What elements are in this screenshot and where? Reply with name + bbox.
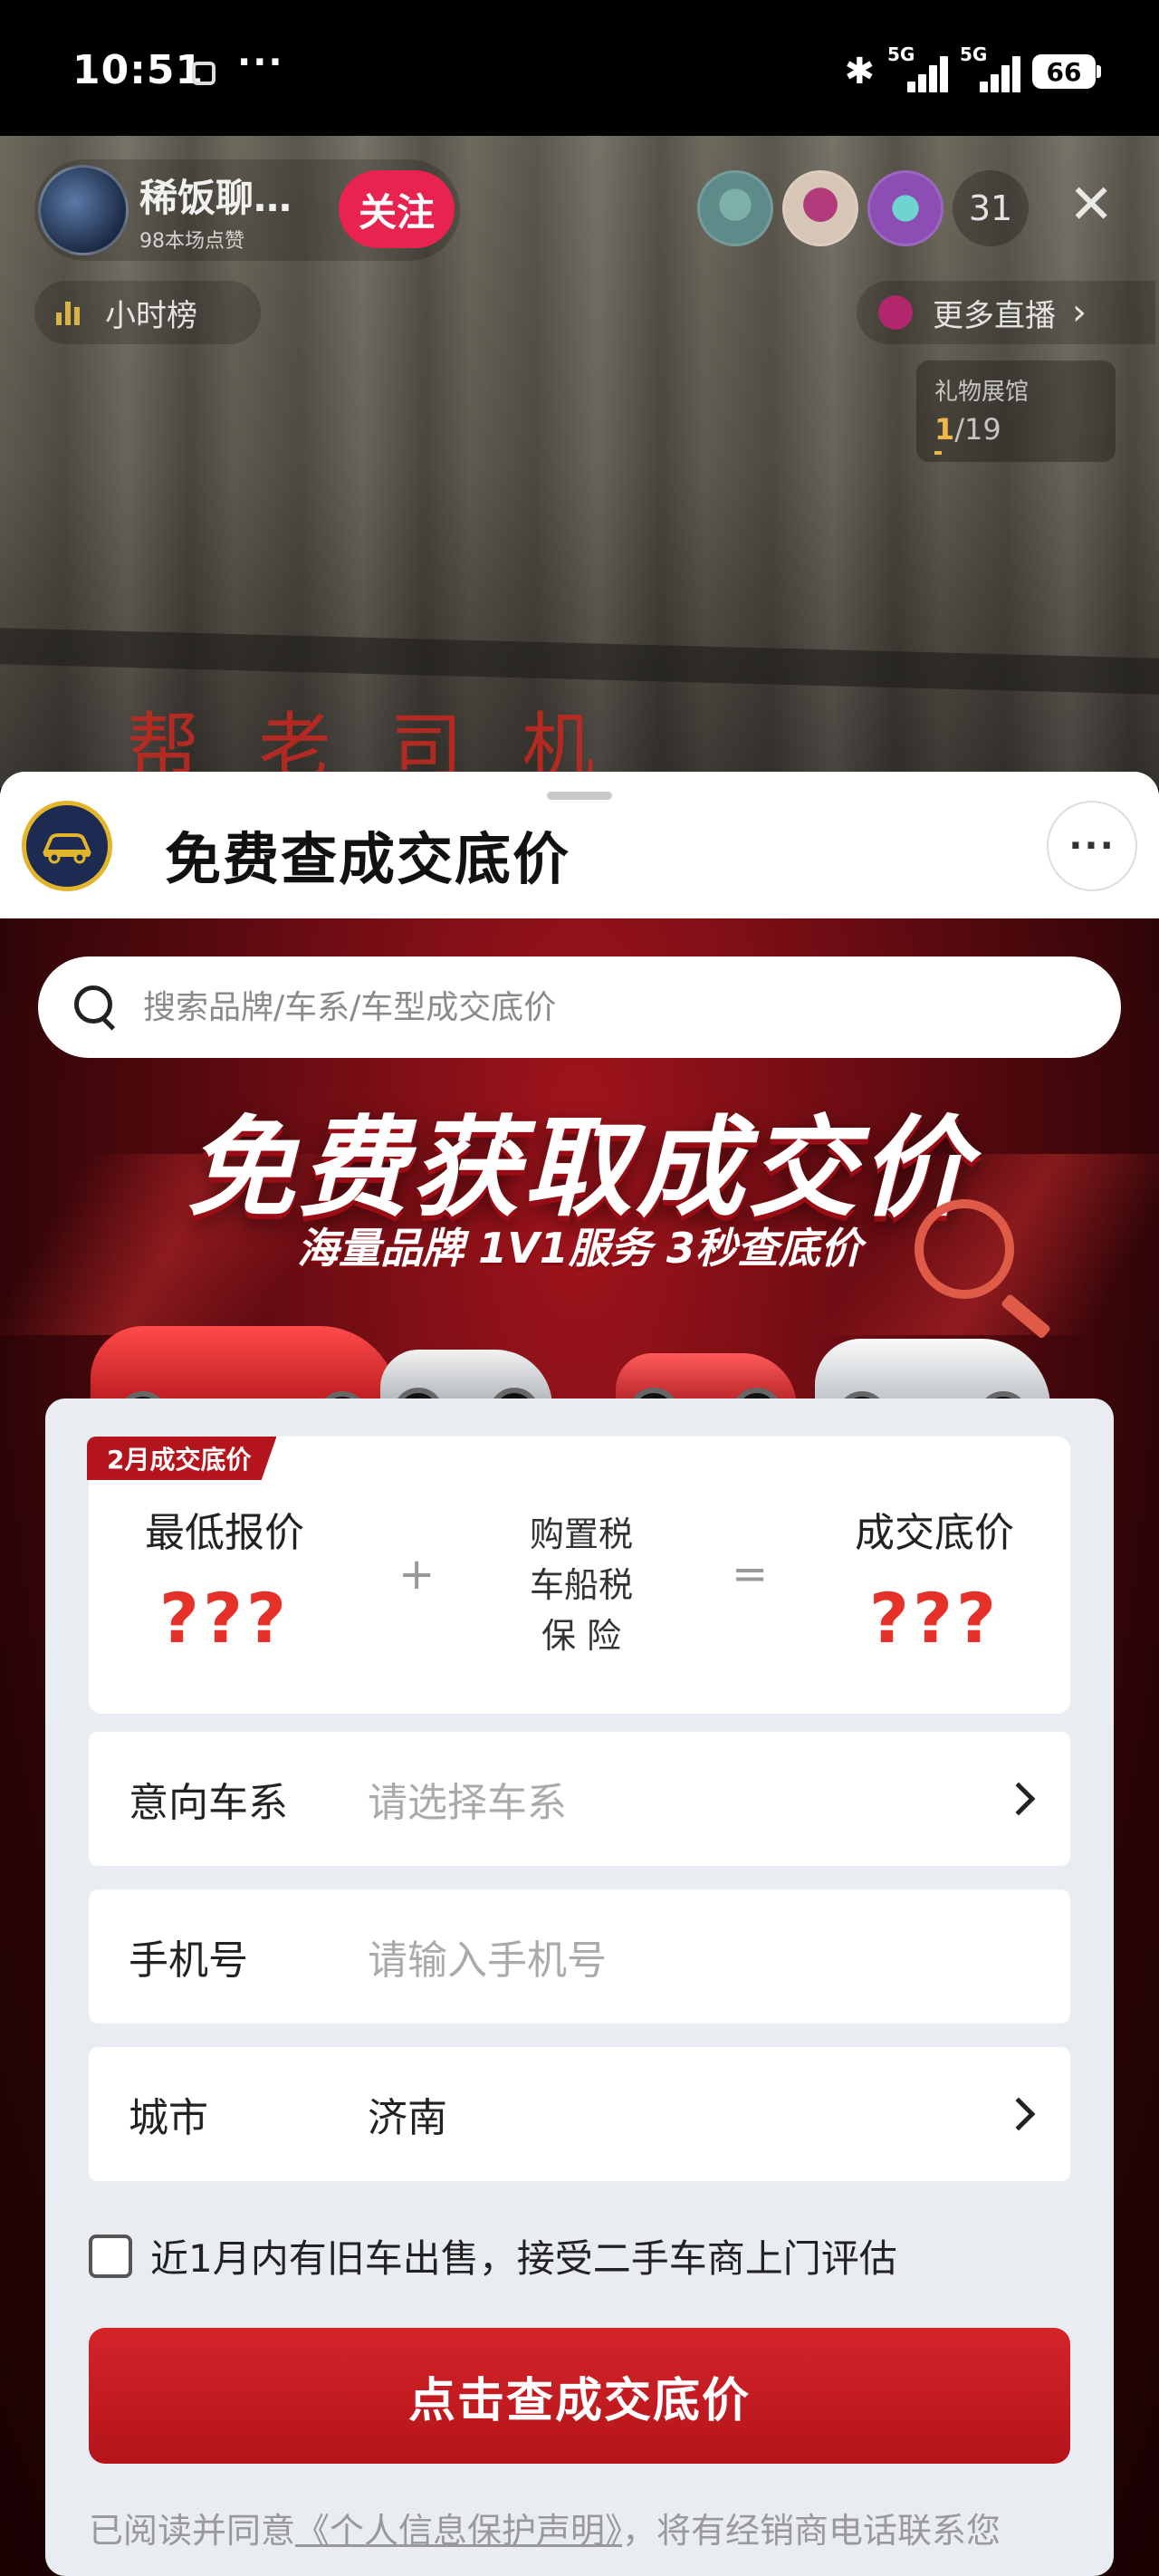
video-detail <box>0 628 1159 695</box>
host-avatar[interactable] <box>38 165 129 255</box>
close-icon[interactable]: ✕ <box>1068 178 1114 232</box>
series-label: 意向车系 <box>129 1780 288 1826</box>
chevron-right-icon: › <box>1072 292 1087 333</box>
phone-label: 手机号 <box>129 1937 248 1984</box>
query-price-button[interactable]: 点击查成交底价 <box>89 2328 1070 2464</box>
viewer-avatar[interactable] <box>782 170 858 246</box>
rank-bars-icon <box>56 300 80 325</box>
bluetooth-icon: ✱ <box>844 51 875 92</box>
final-price-value: ??? <box>868 1578 1001 1658</box>
promo-area: 免费获取成交价 海量品牌 1V1服务 3秒查底价 2月成交底价 最低报价 ???… <box>0 918 1159 2576</box>
more-live-button[interactable]: 更多直播 › <box>857 281 1155 344</box>
final-price-label: 成交底价 <box>855 1510 1014 1556</box>
trade-in-checkbox[interactable] <box>89 2234 132 2278</box>
sheet-title: 免费查成交底价 <box>165 826 571 892</box>
chevron-right-icon <box>1001 2097 1036 2131</box>
agreement-prefix: 已阅读并同意 <box>89 2511 296 2551</box>
chevron-right-icon <box>1001 1782 1036 1816</box>
phone-field[interactable]: 手机号 请输入手机号 <box>89 1889 1070 2023</box>
phone-input[interactable]: 请输入手机号 <box>368 1927 1070 1985</box>
car-app-logo-icon <box>22 801 112 891</box>
fees-list: 购置税 车船税 保 险 <box>518 1509 645 1661</box>
fee-item: 保 险 <box>541 1616 622 1656</box>
equals-sign: = <box>732 1549 769 1600</box>
more-notifications-icon: ··· <box>237 42 284 83</box>
city-label: 城市 <box>129 2095 208 2141</box>
battery-icon: 66 <box>1032 54 1101 89</box>
host-name: 稀饭聊… <box>139 175 292 220</box>
signal-5g-icon: 5G <box>887 43 948 92</box>
series-select[interactable]: 意向车系 请选择车系 <box>89 1732 1070 1866</box>
lowest-price-value: ??? <box>158 1578 291 1658</box>
more-options-icon[interactable]: ··· <box>1047 801 1137 891</box>
lowest-price-column: 最低报价 ??? <box>134 1500 315 1658</box>
plus-sign: + <box>398 1549 436 1600</box>
viewer-avatar[interactable] <box>867 170 943 246</box>
status-bar: 10:51 ··· ✱ 5G 5G 66 <box>0 0 1159 136</box>
city-select[interactable]: 城市 济南 <box>89 2047 1070 2181</box>
month-price-tag: 2月成交底价 <box>87 1437 277 1480</box>
hour-rank-label: 小时榜 <box>105 297 197 334</box>
search-input[interactable] <box>143 988 1049 1026</box>
app-notification-icon <box>192 62 216 85</box>
gift-hall-progress: 1/19 <box>934 412 1001 447</box>
drag-handle[interactable] <box>547 792 612 800</box>
gift-hall-progress-bar <box>934 451 942 455</box>
signal-5g-icon-2: 5G <box>960 43 1020 92</box>
sheet-header: 免费查成交底价 ··· <box>0 772 1159 918</box>
magnifier-icon <box>915 1199 1014 1299</box>
search-bar[interactable] <box>38 956 1121 1058</box>
host-text: 稀饭聊… 98本场点赞 <box>139 168 321 254</box>
search-icon <box>74 985 118 1029</box>
series-placeholder: 请选择车系 <box>368 1780 567 1826</box>
trade-in-checkbox-row[interactable]: 近1月内有旧车出售，接受二手车商上门评估 <box>89 2228 897 2283</box>
privacy-statement-link[interactable]: 《个人信息保护声明》 <box>295 2511 622 2551</box>
final-price-column: 成交底价 ??? <box>844 1500 1025 1658</box>
gift-hall-button[interactable]: 礼物展馆 1/19 <box>916 360 1116 462</box>
follow-button[interactable]: 关注 <box>339 170 455 248</box>
lowest-price-label: 最低报价 <box>145 1510 304 1556</box>
host-info-pill[interactable]: 稀饭聊… 98本场点赞 关注 <box>34 159 460 261</box>
fee-item: 购置税 <box>529 1514 633 1554</box>
viewer-avatar[interactable] <box>697 170 773 246</box>
status-time: 10:51 <box>72 47 205 93</box>
host-likes: 98本场点赞 <box>139 229 244 253</box>
status-icons: ✱ 5G 5G 66 <box>844 43 1101 92</box>
trade-in-label: 近1月内有旧车出售，接受二手车商上门评估 <box>150 2236 897 2281</box>
query-form-card: 2月成交底价 最低报价 ??? + 购置税 车船税 保 险 = 成交底价 ??? <box>45 1399 1114 2576</box>
viewer-count[interactable]: 31 <box>953 170 1029 246</box>
fee-item: 车船税 <box>529 1565 633 1605</box>
hour-rank-button[interactable]: 小时榜 <box>34 281 261 344</box>
live-avatar-icon <box>878 295 913 330</box>
price-formula: 2月成交底价 最低报价 ??? + 购置税 车船税 保 险 = 成交底价 ??? <box>87 1437 1070 1714</box>
price-query-sheet: 免费查成交底价 ··· 免费获取成交价 海量品牌 1V1服务 3秒查底价 2月成… <box>0 772 1159 2576</box>
city-value: 济南 <box>368 2095 447 2141</box>
gift-hall-title: 礼物展馆 <box>934 379 1030 406</box>
agreement-suffix: ，将有经销商电话联系您 <box>622 2511 1001 2551</box>
more-live-label: 更多直播 <box>933 297 1056 334</box>
agreement-text: 已阅读并同意《个人信息保护声明》，将有经销商电话联系您 <box>89 2505 1085 2556</box>
